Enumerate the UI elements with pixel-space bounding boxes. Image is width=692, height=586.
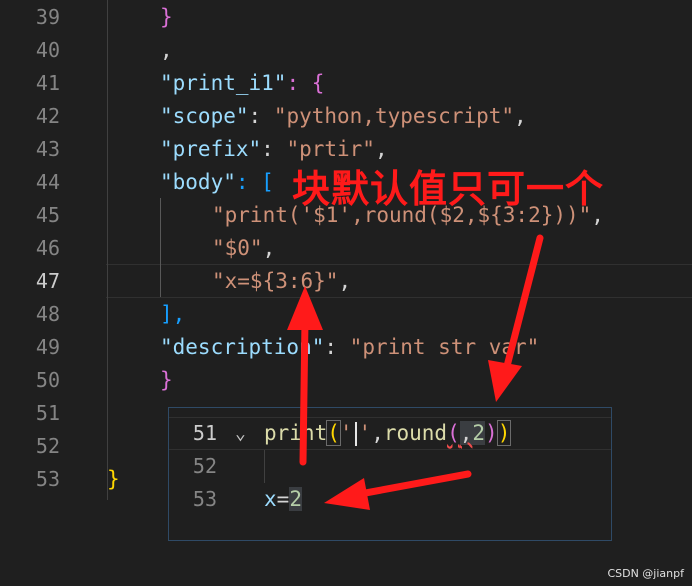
annotation-arrows (287, 234, 544, 510)
watermark: CSDN @jianpf (607, 567, 684, 580)
arrow-up (287, 286, 323, 466)
arrow-down-right (488, 234, 544, 402)
arrow-left (324, 470, 472, 510)
